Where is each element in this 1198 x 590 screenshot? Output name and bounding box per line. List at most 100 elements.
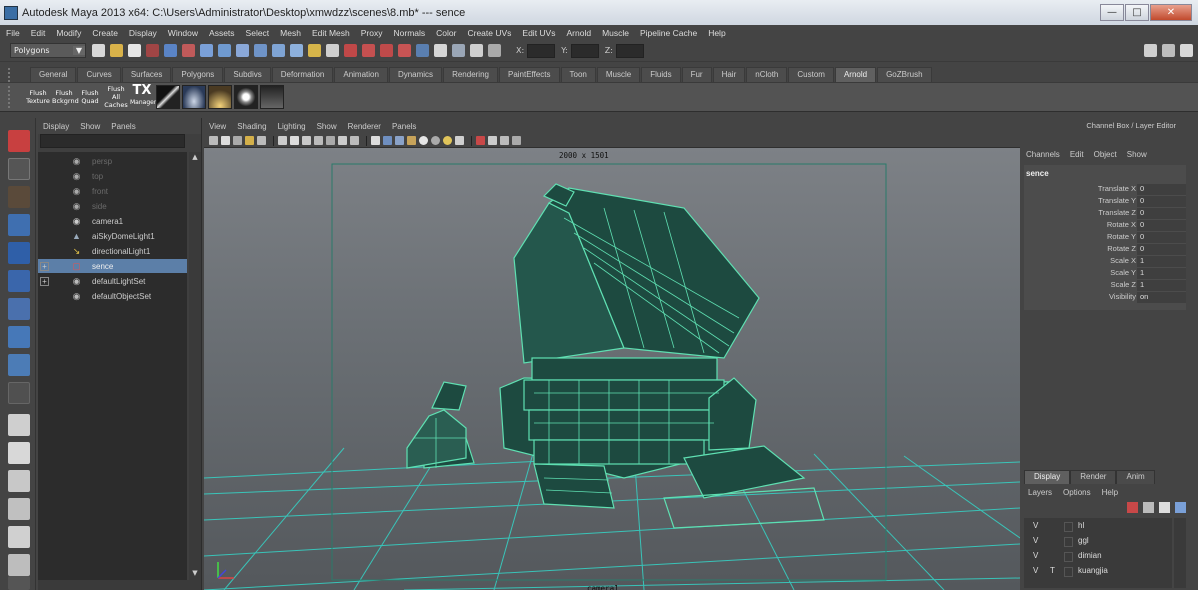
isolate-select-icon[interactable]: [476, 136, 485, 145]
outliner-item[interactable]: ▲ aiSkyDomeLight1: [38, 229, 187, 243]
make-live-icon[interactable]: [272, 44, 285, 57]
shadows-icon[interactable]: [431, 136, 440, 145]
shelf-tab-rendering[interactable]: Rendering: [443, 67, 498, 82]
channel-menu-channels[interactable]: Channels: [1026, 150, 1060, 159]
channel-row[interactable]: Rotate Y 0: [1024, 232, 1186, 244]
shelf-tab-curves[interactable]: Curves: [77, 67, 121, 82]
layer-row[interactable]: V hl: [1024, 520, 1172, 534]
layer-visibility-toggle[interactable]: V: [1033, 551, 1038, 560]
menu-help[interactable]: Help: [708, 28, 725, 38]
layer-visibility-toggle[interactable]: V: [1033, 566, 1038, 575]
channel-box-icon[interactable]: [470, 44, 483, 57]
shelf-tab-surfaces[interactable]: Surfaces: [121, 67, 172, 82]
outliner-vertical-scrollbar[interactable]: ▲ ▼: [189, 152, 201, 580]
move-layer-down-icon[interactable]: [1143, 502, 1154, 513]
channel-value[interactable]: 1: [1137, 268, 1186, 279]
layer-row[interactable]: V T kuangjia: [1024, 565, 1172, 579]
channel-value[interactable]: 0: [1137, 184, 1186, 195]
new-scene-icon[interactable]: [92, 44, 105, 57]
grid-icon[interactable]: [278, 136, 287, 145]
textured-icon[interactable]: [407, 136, 416, 145]
mesh-light-icon[interactable]: [208, 85, 232, 109]
safe-action-icon[interactable]: [338, 136, 347, 145]
x-field[interactable]: [527, 43, 556, 58]
channel-value[interactable]: 0: [1137, 208, 1186, 219]
move-tool-icon[interactable]: [8, 214, 30, 236]
shelf-tab-fur[interactable]: Fur: [681, 67, 712, 82]
minimize-button[interactable]: —: [1100, 4, 1124, 21]
new-layer-icon[interactable]: [1159, 502, 1170, 513]
snap-point-icon[interactable]: [236, 44, 249, 57]
menu-display[interactable]: Display: [129, 28, 157, 38]
field-chart-icon[interactable]: [326, 136, 335, 145]
layer-menu-options[interactable]: Options: [1063, 488, 1091, 497]
layer-list-scrollbar[interactable]: [1174, 518, 1186, 588]
shelf-tab-polygons[interactable]: Polygons: [172, 67, 224, 82]
outliner-menu-display[interactable]: Display: [43, 122, 69, 131]
menu-arnold[interactable]: Arnold: [566, 28, 591, 38]
viewport-menu-panels[interactable]: Panels: [392, 122, 416, 131]
last-tool-icon[interactable]: [8, 382, 30, 404]
shelf-tab-dynamics[interactable]: Dynamics: [388, 67, 443, 82]
flush-quad-button[interactable]: Flush Quad: [78, 85, 102, 109]
channel-value[interactable]: 1: [1137, 280, 1186, 291]
paint-select-tool-icon[interactable]: [8, 186, 30, 208]
shelf-tab-muscle[interactable]: Muscle: [596, 67, 641, 82]
backface-culling-icon[interactable]: [512, 136, 521, 145]
render-view-icon[interactable]: [380, 44, 393, 57]
show-channel-box-icon[interactable]: [1180, 44, 1193, 57]
soft-modification-icon[interactable]: [8, 326, 30, 348]
outliner-filter-input[interactable]: [40, 134, 185, 148]
wireframe-on-shaded-icon[interactable]: [395, 136, 404, 145]
ambient-occlusion-icon[interactable]: [443, 136, 452, 145]
skydome-light-icon[interactable]: [182, 85, 206, 109]
layer-tab-render[interactable]: Render: [1070, 470, 1117, 484]
channel-value[interactable]: on: [1137, 292, 1186, 303]
channel-row[interactable]: Translate X 0: [1024, 184, 1186, 196]
layer-menu-help[interactable]: Help: [1102, 488, 1118, 497]
input-line-icon[interactable]: [416, 44, 429, 57]
menu-pipeline-cache[interactable]: Pipeline Cache: [640, 28, 697, 38]
menu-color[interactable]: Color: [436, 28, 456, 38]
layer-visibility-toggle[interactable]: V: [1033, 521, 1038, 530]
shelf-tab-animation[interactable]: Animation: [334, 67, 388, 82]
layer-menu-layers[interactable]: Layers: [1028, 488, 1052, 497]
menu-create-uvs[interactable]: Create UVs: [467, 28, 511, 38]
channel-row[interactable]: Visibility on: [1024, 292, 1186, 304]
layer-color-swatch[interactable]: [1064, 537, 1073, 547]
outliner-item[interactable]: ◉ persp: [38, 154, 187, 168]
select-component-icon[interactable]: [182, 44, 195, 57]
layer-row[interactable]: V ggl: [1024, 535, 1172, 549]
channel-value[interactable]: 0: [1137, 244, 1186, 255]
shelf-tab-general[interactable]: General: [30, 67, 77, 82]
layer-tab-anim[interactable]: Anim: [1116, 470, 1155, 484]
new-layer-selected-icon[interactable]: [1175, 502, 1186, 513]
select-tool-icon[interactable]: [8, 130, 30, 152]
shelf-grip[interactable]: [8, 86, 18, 108]
shelf-tab-hair[interactable]: Hair: [712, 67, 746, 82]
history-icon[interactable]: [290, 44, 303, 57]
bookmarks-icon[interactable]: [233, 136, 242, 145]
menu-set-selector[interactable]: Polygons ▼: [10, 43, 86, 58]
channel-row[interactable]: Rotate Z 0: [1024, 244, 1186, 256]
persp-graph-layout-icon[interactable]: [8, 498, 30, 520]
y-field[interactable]: [570, 43, 599, 58]
standard-volume-icon[interactable]: [260, 85, 284, 109]
layer-color-swatch[interactable]: [1064, 567, 1073, 577]
lasso-tool-icon[interactable]: [8, 158, 30, 180]
outliner-horizontal-scrollbar[interactable]: [38, 580, 201, 590]
outliner-item[interactable]: ◉ side: [38, 199, 187, 213]
outliner-menu-show[interactable]: Show: [80, 122, 100, 131]
shelf-grip[interactable]: [8, 68, 18, 82]
menu-file[interactable]: File: [6, 28, 20, 38]
shelf-tab-deformation[interactable]: Deformation: [271, 67, 334, 82]
show-manipulator-icon[interactable]: [8, 354, 30, 376]
select-object-icon[interactable]: [164, 44, 177, 57]
layer-tab-display[interactable]: Display: [1024, 470, 1071, 484]
viewport-menu-shading[interactable]: Shading: [237, 122, 266, 131]
channel-menu-show[interactable]: Show: [1127, 150, 1147, 159]
menu-edit-mesh[interactable]: Edit Mesh: [312, 28, 350, 38]
channel-row[interactable]: Scale Y 1: [1024, 268, 1186, 280]
scroll-down-icon[interactable]: ▼: [190, 569, 200, 579]
outliner-menu-panels[interactable]: Panels: [111, 122, 135, 131]
